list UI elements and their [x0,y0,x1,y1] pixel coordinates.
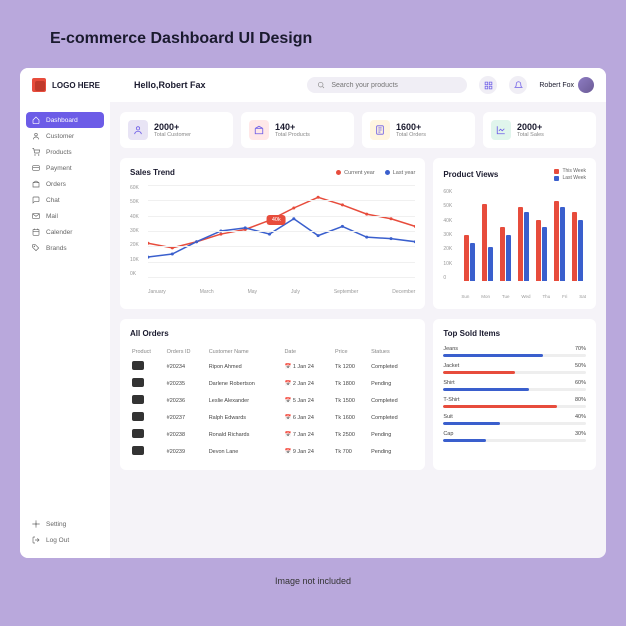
calendar-icon [32,228,40,236]
search-icon [317,81,325,89]
search-box[interactable] [307,77,467,93]
dashboard-app: LOGO HERE Hello,Robert Fax Robert Fox Da… [20,68,606,558]
sidebar-item-log out[interactable]: Log Out [26,532,104,548]
box-icon [32,180,40,188]
stat-card: 140+Total Products [241,112,354,148]
product-thumb [132,446,144,455]
sidebar-item-chat[interactable]: Chat [26,192,104,208]
users-icon [128,120,148,140]
user-menu[interactable]: Robert Fox [539,77,594,93]
logo-mark-icon [32,78,46,92]
gear-icon [32,520,40,528]
search-input[interactable] [331,82,457,89]
apps-button[interactable] [479,76,497,94]
sales-trend-chart[interactable]: 60K50K40K30K20K10K0K 40k JanuaryMarchMay… [130,185,415,295]
sidebar-item-calender[interactable]: Calender [26,224,104,240]
orders-icon [370,120,390,140]
stats-row: 2000+Total Customer140+Total Products160… [120,112,596,148]
topbar: LOGO HERE Hello,Robert Fax Robert Fox [20,68,606,102]
stat-card: 1600+Total Orders [362,112,475,148]
cart-icon [32,148,40,156]
stat-card: 2000+Total Customer [120,112,233,148]
table-row[interactable]: #20235Darlene Robertson📅 2 Jan 24Tk 1800… [130,375,415,392]
page-title: E-commerce Dashboard UI Design [50,30,606,48]
table-row[interactable]: #20236Leslie Alexander📅 5 Jan 24Tk 1500C… [130,392,415,409]
table-row[interactable]: #20239Devon Lane📅 9 Jan 24Tk 700Pending [130,443,415,460]
product-views-card: Product Views This Week Last Week 60K50K… [433,158,596,309]
sidebar-item-mail[interactable]: Mail [26,208,104,224]
orders-table: ProductOrders IDCustomer NameDatePriceSt… [130,346,415,460]
product-thumb [132,429,144,438]
bell-icon [514,81,523,90]
all-orders-card: All Orders ProductOrders IDCustomer Name… [120,319,425,470]
topsold-title: Top Sold Items [443,329,586,338]
trend-legend: Current year Last year [336,170,415,176]
sidebar-item-dashboard[interactable]: Dashboard [26,112,104,128]
sidebar-item-brands[interactable]: Brands [26,240,104,256]
sold-item: Cap30% [443,431,586,442]
main-content: 2000+Total Customer140+Total Products160… [110,102,606,558]
product-views-title: Product Views [443,170,498,179]
sold-item: Shirt60% [443,380,586,391]
table-row[interactable]: #20237Ralph Edwards📅 6 Jan 24Tk 1600Comp… [130,409,415,426]
sidebar: DashboardCustomerProductsPaymentOrdersCh… [20,102,110,558]
product-thumb [132,412,144,421]
avatar [578,77,594,93]
chart-tooltip: 40k [267,215,286,225]
sales-trend-title: Sales Trend [130,168,175,177]
product-views-chart[interactable]: 60K50K40K30K20K10K0 SunMonTueWedThuFriSa… [443,189,586,299]
greeting-text: Hello,Robert Fax [134,80,206,90]
sales-icon [491,120,511,140]
table-row[interactable]: #20234Ripon Ahmed📅 1 Jan 24Tk 1200Comple… [130,358,415,375]
mail-icon [32,212,40,220]
sold-item: Suit40% [443,414,586,425]
logout-icon [32,536,40,544]
box-icon [249,120,269,140]
table-row[interactable]: #20238Ronald Richards📅 7 Jan 24Tk 2500Pe… [130,426,415,443]
tag-icon [32,244,40,252]
sidebar-item-customer[interactable]: Customer [26,128,104,144]
logo[interactable]: LOGO HERE [32,78,122,92]
card-icon [32,164,40,172]
home-icon [32,116,40,124]
product-thumb [132,361,144,370]
sales-trend-card: Sales Trend Current year Last year 60K50… [120,158,425,309]
sidebar-item-products[interactable]: Products [26,144,104,160]
footer-note: Image not included [20,576,606,586]
stat-card: 2000+Total Sales [483,112,596,148]
user-icon [32,132,40,140]
top-sold-card: Top Sold Items Jeans70% Jacket50% Shirt60%… [433,319,596,470]
sold-item: Jeans70% [443,346,586,357]
chat-icon [32,196,40,204]
sidebar-item-payment[interactable]: Payment [26,160,104,176]
product-thumb [132,378,144,387]
user-name: Robert Fox [539,82,574,89]
orders-title: All Orders [130,329,415,338]
sidebar-item-orders[interactable]: Orders [26,176,104,192]
views-legend: This Week Last Week [554,168,586,181]
sidebar-item-setting[interactable]: Setting [26,516,104,532]
logo-text: LOGO HERE [52,81,100,90]
grid-icon [484,81,493,90]
sold-item: T-Shirt80% [443,397,586,408]
product-thumb [132,395,144,404]
notification-button[interactable] [509,76,527,94]
sold-item: Jacket50% [443,363,586,374]
